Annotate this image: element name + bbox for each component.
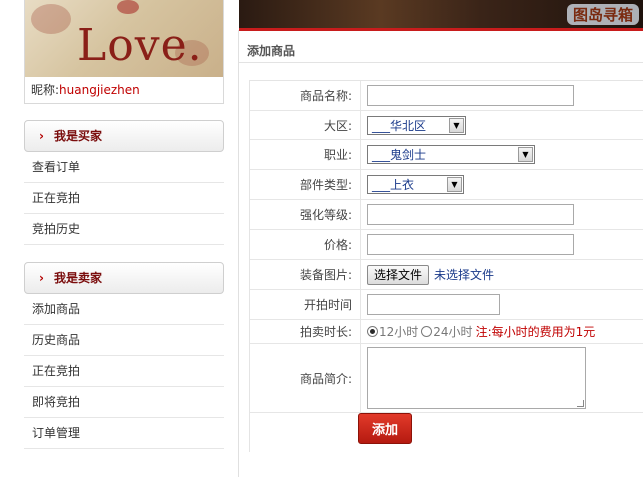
description-textarea[interactable] (367, 347, 586, 409)
duration-fee-note: 注:每小时的费用为1元 (475, 325, 596, 339)
form-row-description: 商品简介: (250, 344, 643, 413)
region-select[interactable]: ___华北区 ▼ (367, 115, 466, 135)
duration-24h-label[interactable]: 24小时 (433, 323, 472, 340)
form-row-region: 大区: ___华北区 ▼ (250, 111, 643, 140)
job-label: 职业: (250, 140, 361, 169)
buyer-group-title: 我是买家 (53, 129, 102, 143)
duration-12h-radio[interactable] (367, 326, 378, 337)
sidebar-item-add-product[interactable]: 添加商品 (24, 294, 224, 325)
part-select-value: ___上衣 (372, 178, 415, 192)
product-name-input[interactable] (367, 85, 574, 106)
sidebar-item-order-management[interactable]: 订单管理 (24, 418, 224, 449)
chevron-down-icon: ▼ (449, 117, 464, 133)
add-product-form: 商品名称: 大区: ___华北区 ▼ 职业: ___鬼剑士 ▼ 部件类型: __… (249, 80, 643, 452)
start-time-input[interactable] (367, 294, 500, 315)
form-row-enhance: 强化等级: (250, 200, 643, 230)
chevron-right-icon: › (39, 271, 44, 285)
avatar: Love. (25, 0, 223, 77)
job-select[interactable]: ___鬼剑士 ▼ (367, 145, 535, 164)
page-title: 添加商品 (247, 44, 296, 58)
sidebar-item-bidding[interactable]: 正在竞拍 (24, 183, 224, 214)
content-divider (238, 30, 239, 477)
banner-text: 图岛寻箱 (566, 4, 639, 25)
title-divider (239, 62, 643, 63)
sidebar-item-product-history[interactable]: 历史商品 (24, 325, 224, 356)
choose-file-button[interactable]: 选择文件 (367, 264, 430, 285)
name-label: 商品名称: (250, 81, 361, 110)
nickname-label: 昵称: (31, 83, 60, 97)
enhance-label: 强化等级: (250, 200, 361, 229)
duration-12h-label[interactable]: 12小时 (379, 323, 418, 340)
form-row-job: 职业: ___鬼剑士 ▼ (250, 140, 643, 170)
sidebar-item-view-orders[interactable]: 查看订单 (24, 152, 224, 183)
start-time-label: 开拍时间 (250, 290, 361, 319)
region-label: 大区: (250, 111, 361, 139)
duration-label: 拍卖时长: (250, 320, 361, 343)
form-row-duration: 拍卖时长: 12小时 24小时 注:每小时的费用为1元 (250, 320, 643, 344)
duration-24h-radio[interactable] (421, 326, 433, 337)
add-submit-button[interactable]: 添加 (358, 413, 412, 444)
buyer-group-header[interactable]: › 我是买家 (24, 120, 224, 152)
chevron-right-icon: › (39, 129, 44, 143)
form-row-actions (250, 413, 643, 452)
nickname-value: huangjiezhen (59, 83, 140, 97)
file-status: 未选择文件 (434, 268, 495, 282)
form-row-image: 装备图片: 选择文件 未选择文件 (250, 260, 643, 290)
part-label: 部件类型: (250, 170, 361, 199)
seller-group-header[interactable]: › 我是卖家 (24, 262, 224, 294)
sidebar-item-bid-history[interactable]: 竞拍历史 (24, 214, 224, 245)
description-label: 商品简介: (250, 344, 361, 412)
region-select-value: ___华北区 (372, 118, 427, 133)
form-row-part: 部件类型: ___上衣 ▼ (250, 170, 643, 200)
enhance-level-input[interactable] (367, 204, 574, 225)
avatar-text: Love. (77, 20, 203, 71)
job-select-value: ___鬼剑士 (372, 148, 427, 162)
chevron-down-icon: ▼ (518, 147, 533, 162)
profile-card: Love. 昵称:huangjiezhen (24, 0, 224, 104)
image-label: 装备图片: (250, 260, 361, 289)
sidebar-item-upcoming[interactable]: 即将竞拍 (24, 387, 224, 418)
banner-accent-line (239, 28, 643, 31)
sidebar: Love. 昵称:huangjiezhen › 我是买家 查看订单 正在竞拍 竞拍… (24, 0, 224, 449)
seller-group-title: 我是卖家 (53, 271, 102, 285)
header-banner: 图岛寻箱 (239, 0, 643, 28)
part-select[interactable]: ___上衣 ▼ (367, 175, 464, 194)
price-input[interactable] (367, 234, 574, 255)
chevron-down-icon: ▼ (447, 177, 462, 192)
form-row-start-time: 开拍时间 (250, 290, 643, 320)
sidebar-item-seller-bidding[interactable]: 正在竞拍 (24, 356, 224, 387)
resize-handle-icon[interactable] (577, 400, 584, 407)
form-row-name: 商品名称: (250, 81, 643, 111)
price-label: 价格: (250, 230, 361, 259)
form-row-price: 价格: (250, 230, 643, 260)
nickname-row: 昵称:huangjiezhen (25, 77, 223, 103)
